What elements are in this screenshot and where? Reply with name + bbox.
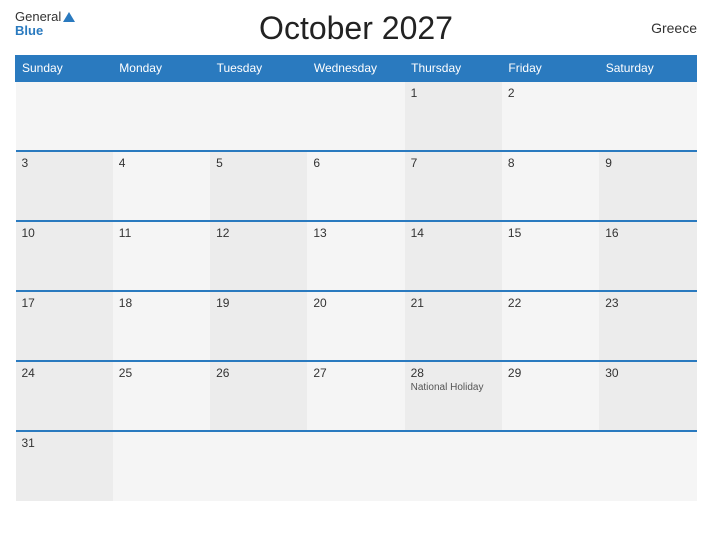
calendar-cell [210,81,307,151]
calendar-cell: 4 [113,151,210,221]
calendar-cell: 1 [405,81,502,151]
calendar-table: SundayMondayTuesdayWednesdayThursdayFrid… [15,55,697,501]
day-number: 28 [411,366,496,380]
weekday-header-tuesday: Tuesday [210,56,307,82]
calendar-cell: 17 [16,291,113,361]
day-number: 1 [411,86,496,100]
weekday-header-monday: Monday [113,56,210,82]
calendar-cell: 26 [210,361,307,431]
calendar-cell: 21 [405,291,502,361]
calendar-cell [405,431,502,501]
day-number: 8 [508,156,593,170]
day-number: 21 [411,296,496,310]
day-number: 27 [313,366,398,380]
day-number: 3 [22,156,107,170]
day-number: 16 [605,226,690,240]
calendar-cell: 16 [599,221,696,291]
day-number: 9 [605,156,690,170]
calendar-cell: 13 [307,221,404,291]
day-number: 26 [216,366,301,380]
day-number: 23 [605,296,690,310]
day-number: 19 [216,296,301,310]
day-number: 10 [22,226,107,240]
logo-blue-text: Blue [15,23,43,38]
day-number: 13 [313,226,398,240]
calendar-cell: 5 [210,151,307,221]
calendar-container: General Blue October 2027 Greece SundayM… [0,0,712,550]
day-number: 6 [313,156,398,170]
weekday-header-saturday: Saturday [599,56,696,82]
day-number: 20 [313,296,398,310]
day-number: 30 [605,366,690,380]
logo: General Blue [15,10,75,39]
calendar-cell: 25 [113,361,210,431]
logo-triangle-icon [63,12,75,22]
calendar-cell [16,81,113,151]
day-number: 14 [411,226,496,240]
weekday-header-friday: Friday [502,56,599,82]
calendar-cell: 9 [599,151,696,221]
calendar-cell [210,431,307,501]
calendar-cell: 15 [502,221,599,291]
calendar-cell [113,431,210,501]
calendar-cell [307,81,404,151]
calendar-cell: 28 National Holiday [405,361,502,431]
calendar-week-row: 24 25 26 27 28 National Holiday 29 30 [16,361,697,431]
calendar-cell: 3 [16,151,113,221]
calendar-week-row: 10 11 12 13 14 15 16 [16,221,697,291]
calendar-cell: 23 [599,291,696,361]
calendar-cell: 12 [210,221,307,291]
calendar-cell: 30 [599,361,696,431]
day-number: 15 [508,226,593,240]
day-number: 12 [216,226,301,240]
calendar-cell [307,431,404,501]
logo-general-text: General [15,10,61,23]
calendar-cell: 7 [405,151,502,221]
calendar-title: October 2027 [259,10,453,47]
day-number: 31 [22,436,107,450]
calendar-week-row: 31 [16,431,697,501]
day-number: 7 [411,156,496,170]
calendar-cell: 27 [307,361,404,431]
day-number: 5 [216,156,301,170]
calendar-week-row: 3456789 [16,151,697,221]
calendar-header: General Blue October 2027 Greece [15,10,697,47]
calendar-cell: 19 [210,291,307,361]
calendar-cell: 24 [16,361,113,431]
weekday-header-row: SundayMondayTuesdayWednesdayThursdayFrid… [16,56,697,82]
weekday-header-wednesday: Wednesday [307,56,404,82]
calendar-cell: 31 [16,431,113,501]
calendar-cell: 18 [113,291,210,361]
calendar-cell: 10 [16,221,113,291]
event-label: National Holiday [411,382,496,393]
day-number: 18 [119,296,204,310]
day-number: 2 [508,86,593,100]
day-number: 11 [119,226,204,240]
day-number: 4 [119,156,204,170]
calendar-cell [599,81,696,151]
day-number: 24 [22,366,107,380]
calendar-cell [599,431,696,501]
calendar-cell: 6 [307,151,404,221]
calendar-cell: 29 [502,361,599,431]
calendar-cell: 8 [502,151,599,221]
day-number: 29 [508,366,593,380]
calendar-cell [502,431,599,501]
calendar-cell [113,81,210,151]
calendar-cell: 22 [502,291,599,361]
calendar-cell: 11 [113,221,210,291]
day-number: 22 [508,296,593,310]
calendar-cell: 14 [405,221,502,291]
calendar-week-row: 12 [16,81,697,151]
country-label: Greece [651,20,697,36]
day-number: 25 [119,366,204,380]
calendar-cell: 2 [502,81,599,151]
weekday-header-sunday: Sunday [16,56,113,82]
calendar-cell: 20 [307,291,404,361]
weekday-header-thursday: Thursday [405,56,502,82]
calendar-week-row: 17 18 19 20 21 22 23 [16,291,697,361]
day-number: 17 [22,296,107,310]
